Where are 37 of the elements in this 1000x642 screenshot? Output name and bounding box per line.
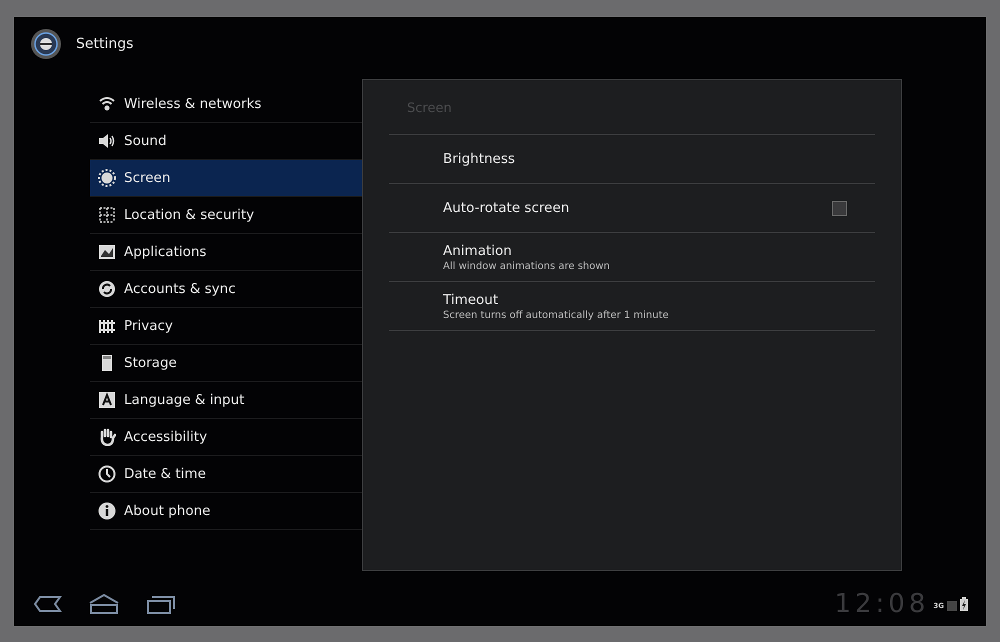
signal-icon — [947, 599, 957, 611]
checkbox[interactable] — [832, 200, 847, 216]
dotted-grid-icon — [98, 206, 116, 224]
sidebar-item[interactable]: Privacy — [90, 308, 362, 345]
speaker-icon — [98, 132, 116, 150]
clock: 12:08 — [834, 588, 930, 620]
window-title: Settings — [76, 34, 134, 54]
keyboard-key-icon — [98, 391, 116, 409]
sidebar-item[interactable]: Language & input — [90, 382, 362, 419]
battery-charging-icon — [960, 597, 968, 611]
sidebar-item[interactable]: Accounts & sync — [90, 271, 362, 308]
setting-summary: All window animations are shown — [443, 260, 611, 272]
sun-icon — [98, 169, 116, 187]
clock-icon — [98, 465, 116, 483]
sidebar-item[interactable]: Wireless & networks — [90, 86, 362, 123]
wifi-icon — [98, 95, 116, 113]
fence-icon — [98, 317, 116, 335]
settings-app-icon — [30, 28, 62, 60]
sidebar-item[interactable]: Storage — [90, 345, 362, 382]
sync-icon — [98, 280, 116, 298]
settings-row[interactable]: Timeout Screen turns off automatically after 1 minute — [389, 282, 875, 331]
sidebar-item[interactable]: Location & security — [90, 197, 362, 234]
sidebar-item[interactable]: Accessibility — [90, 419, 362, 456]
setting-summary: Screen turns off automatically after 1 minute — [443, 308, 670, 322]
settings-row[interactable]: Brightness — [389, 135, 875, 184]
sidebar-item[interactable]: Date & time — [90, 456, 362, 493]
settings-row[interactable]: Animation All window animations are shown — [389, 233, 875, 282]
picture-frame-icon — [98, 243, 116, 261]
hand-icon — [98, 428, 116, 446]
info-icon — [98, 502, 116, 520]
recent-apps-icon[interactable] — [146, 594, 176, 614]
home-icon[interactable] — [88, 594, 120, 614]
sidebar-item[interactable]: Screen — [90, 160, 362, 197]
settings-row[interactable]: Auto-rotate screen — [389, 184, 875, 233]
sidebar-item[interactable]: Applications — [90, 234, 362, 271]
back-icon[interactable] — [32, 595, 62, 613]
sidebar-item[interactable]: About phone — [90, 493, 362, 530]
